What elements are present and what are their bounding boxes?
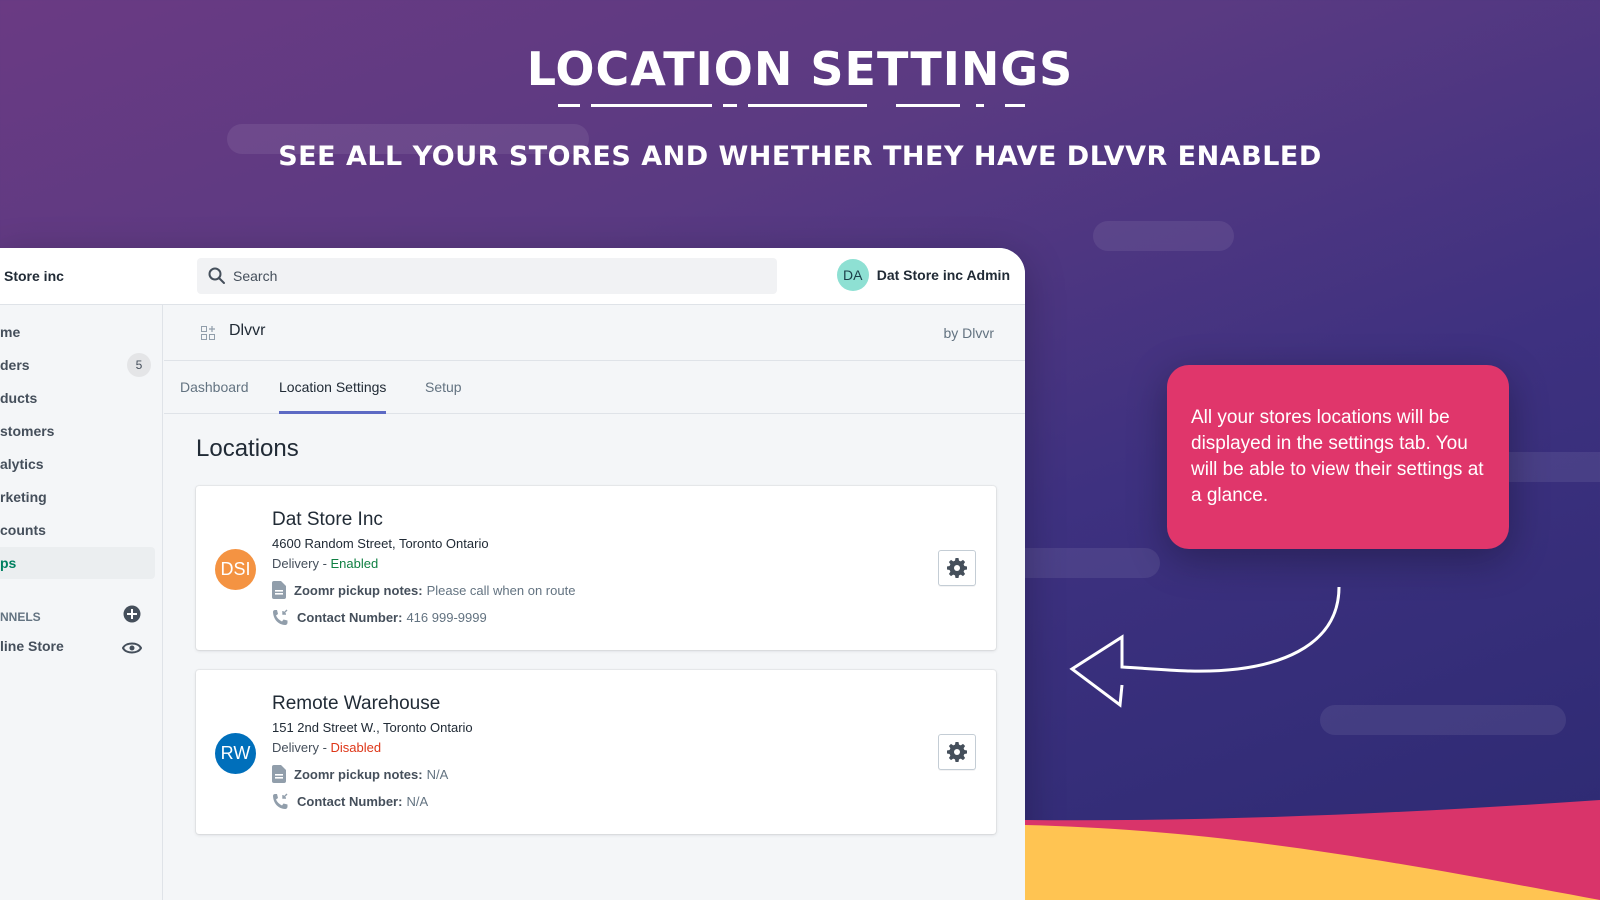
sidebar-item-apps[interactable]: ps (0, 547, 155, 579)
search-input[interactable]: Search (197, 258, 777, 294)
user-avatar: DA (836, 259, 869, 291)
top-bar: Store inc Search DA Dat Store inc Admin (0, 248, 1025, 305)
underline-dash (1005, 104, 1025, 107)
sales-channels-label: NNELS (0, 610, 41, 624)
orders-count-badge: 5 (127, 353, 151, 377)
location-avatar: RW (215, 733, 256, 774)
pickup-notes: Zoomr pickup notes: N/A (272, 765, 448, 783)
sidebar-item-home[interactable]: me (0, 316, 155, 348)
notes-label: Zoomr pickup notes: (294, 766, 423, 782)
contact-label: Contact Number: (297, 610, 403, 625)
notes-label: Zoomr pickup notes: (294, 582, 423, 598)
sidebar-item-label: counts (0, 522, 46, 538)
page-title: Locations (196, 435, 299, 462)
sidebar-item-products[interactable]: ducts (0, 382, 155, 414)
gear-icon (947, 558, 967, 578)
curved-arrow-icon (1069, 586, 1341, 708)
sidebar-item-orders[interactable]: ders 5 (0, 349, 155, 381)
delivery-status: Delivery - Enabled (272, 556, 378, 571)
sidebar-item-discounts[interactable]: counts (0, 514, 155, 546)
contact-number: Contact Number: N/A (272, 793, 428, 810)
sidebar-item-label: ps (0, 555, 17, 571)
sidebar-item-label: ducts (0, 390, 38, 406)
eye-icon[interactable] (122, 639, 142, 657)
tabs: Dashboard Location Settings Setup (164, 361, 1025, 414)
app-window: Store inc Search DA Dat Store inc Admin … (0, 248, 1025, 900)
hero-subtitle: SEE ALL YOUR STORES AND WHETHER THEY HAV… (278, 141, 1322, 172)
underline-dash (748, 104, 867, 107)
decorative-pill (1093, 221, 1234, 251)
sidebar-item-marketing[interactable]: rketing (0, 481, 155, 513)
location-card: RW Remote Warehouse 151 2nd Street W., T… (196, 670, 996, 834)
location-settings-button[interactable] (938, 734, 976, 770)
document-icon (272, 765, 286, 783)
sidebar-item-customers[interactable]: stomers (0, 415, 155, 447)
delivery-label: Delivery - (272, 556, 331, 571)
sidebar-item-label: line Store (0, 638, 64, 654)
sidebar-item-label: rketing (0, 489, 47, 505)
tab-location-settings[interactable]: Location Settings (279, 379, 387, 414)
phone-icon (273, 609, 288, 625)
location-avatar: DSI (215, 549, 256, 590)
delivery-status-value: Disabled (330, 740, 382, 755)
delivery-status-value: Enabled (330, 556, 379, 571)
gear-icon (947, 742, 967, 762)
user-name: Dat Store inc Admin (876, 267, 1010, 283)
app-name: Dlvvr (229, 322, 266, 339)
location-card: DSI Dat Store Inc 4600 Random Street, To… (196, 486, 996, 650)
underline-dash (591, 104, 712, 107)
underline-dash (558, 104, 580, 107)
user-menu[interactable]: DA Dat Store inc Admin (836, 259, 1010, 291)
phone-icon (273, 793, 288, 809)
decorative-waves (1025, 800, 1600, 900)
search-icon (208, 267, 225, 284)
sidebar-item-label: stomers (0, 423, 55, 439)
document-icon (272, 581, 286, 599)
decorative-pill (1320, 705, 1566, 735)
location-address: 4600 Random Street, Toronto Ontario (272, 536, 489, 551)
hero-title: LOCATION SETTINGS (526, 42, 1074, 96)
sidebar-item-analytics[interactable]: alytics (0, 448, 155, 480)
sidebar-item-label: alytics (0, 456, 44, 472)
underline-dash (896, 104, 960, 107)
tab-setup[interactable]: Setup (425, 379, 462, 414)
sidebar: me ders 5 ducts stomers alytics rketing … (0, 305, 163, 900)
sidebar-item-label: ders (0, 357, 30, 373)
apps-icon (201, 326, 215, 340)
notes-value: N/A (426, 766, 449, 782)
app-header: Dlvvr by Dlvvr (164, 305, 1025, 361)
delivery-status: Delivery - Disabled (272, 740, 381, 755)
title-underline (0, 104, 1600, 107)
contact-value: N/A (406, 794, 429, 809)
main-content: Dlvvr by Dlvvr Dashboard Location Settin… (164, 305, 1025, 900)
underline-dash (976, 104, 984, 107)
contact-number: Contact Number: 416 999-9999 (272, 609, 487, 626)
location-name: Remote Warehouse (272, 693, 441, 714)
location-address: 151 2nd Street W., Toronto Ontario (272, 720, 473, 735)
underline-dash (723, 104, 737, 107)
search-placeholder: Search (233, 268, 278, 284)
location-name: Dat Store Inc (272, 509, 383, 530)
callout-box: All your stores locations will be displa… (1167, 365, 1509, 549)
pickup-notes: Zoomr pickup notes: Please call when on … (272, 581, 575, 599)
app-developer[interactable]: by Dlvvr (943, 325, 994, 341)
tab-dashboard[interactable]: Dashboard (180, 379, 249, 414)
notes-value: Please call when on route (426, 582, 576, 598)
contact-value: 416 999-9999 (406, 610, 487, 625)
sidebar-item-label: me (0, 324, 21, 340)
delivery-label: Delivery - (272, 740, 331, 755)
location-settings-button[interactable] (938, 550, 976, 586)
add-channel-icon[interactable] (123, 605, 141, 623)
contact-label: Contact Number: (297, 794, 403, 809)
store-name: Store inc (4, 268, 64, 284)
